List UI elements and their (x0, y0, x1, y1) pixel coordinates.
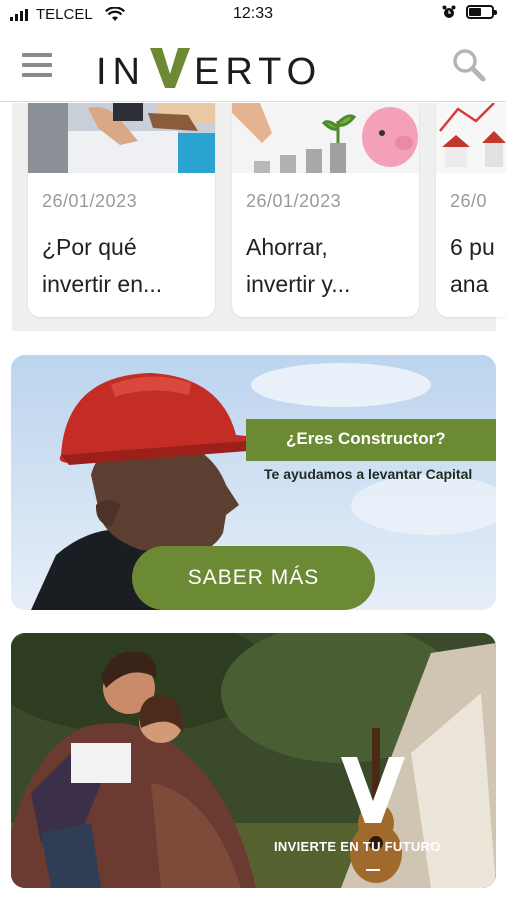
hamburger-menu-icon[interactable] (22, 53, 54, 77)
article-date: 26/01/2023 (42, 191, 138, 211)
future-label: INVIERTE EN TU FUTURO (274, 839, 441, 854)
future-banner[interactable]: INVIERTE EN TU FUTURO (11, 633, 496, 888)
clock: 12:33 (232, 5, 274, 22)
banner-question: ¿Eres Constructor? (286, 429, 446, 448)
search-icon[interactable] (452, 48, 486, 82)
status-bar: TELCEL 12:33 (0, 0, 506, 30)
article-date: 26/0 (450, 191, 488, 211)
article-card[interactable]: 26/01/2023 ¿Por qué invertir en... (28, 103, 215, 317)
article-image (436, 103, 506, 173)
article-image (28, 103, 215, 173)
app-header: IN ERTO (0, 30, 506, 102)
articles-carousel[interactable]: 26/01/2023 ¿Por qué invertir en... 26/01… (0, 103, 506, 333)
alarm-icon (442, 5, 456, 18)
status-right (442, 5, 497, 19)
saber-mas-button[interactable]: SABER MÁS (132, 546, 375, 610)
svg-text:IN: IN (96, 51, 146, 92)
article-card[interactable]: 26/01/2023 Ahorrar, invertir y... (232, 103, 419, 317)
constructor-banner[interactable]: ¿Eres Constructor? Te ayudamos a levanta… (11, 355, 496, 610)
svg-text:ERTO: ERTO (194, 51, 316, 92)
article-title: Ahorrar, invertir y... (246, 234, 351, 297)
article-card[interactable]: 26/0 6 pu ana (436, 103, 506, 317)
article-image (232, 103, 419, 173)
article-date: 26/01/2023 (246, 191, 342, 211)
article-title: 6 pu ana (450, 234, 495, 297)
banner-text: Te ayudamos a levantar Capital (264, 466, 473, 482)
inverto-logo: IN ERTO (96, 48, 316, 92)
article-title: ¿Por qué invertir en... (42, 234, 163, 297)
battery-icon (466, 5, 497, 19)
